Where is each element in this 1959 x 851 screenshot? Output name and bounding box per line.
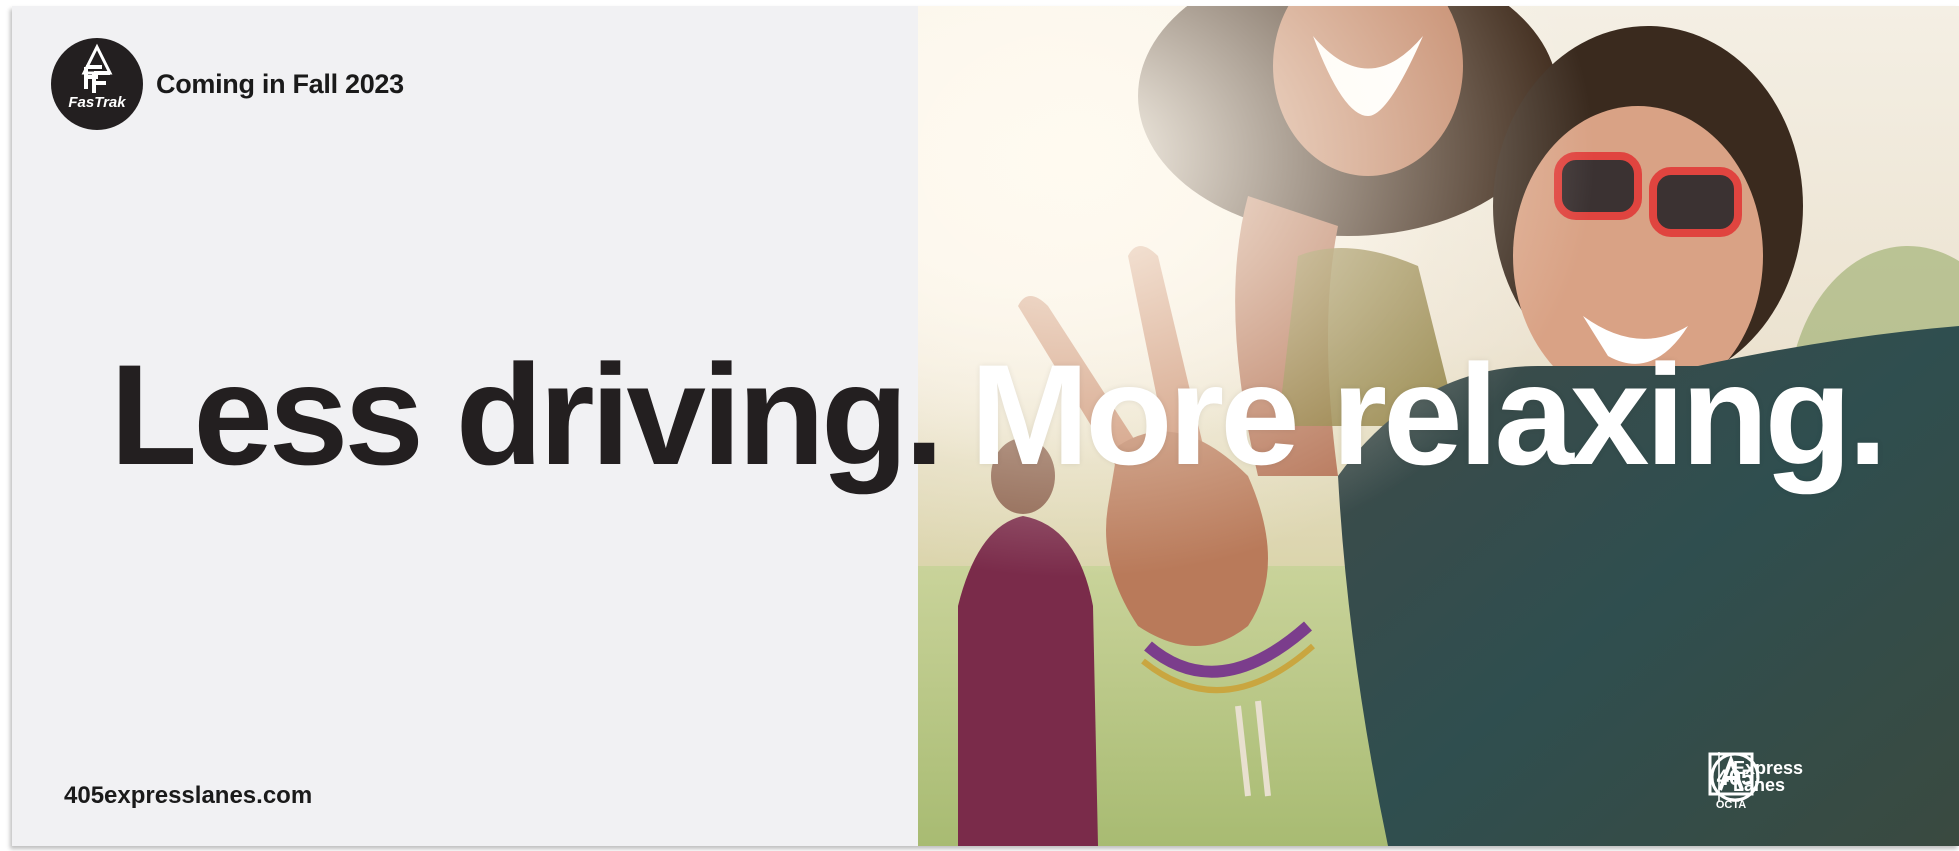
header-logo-group: FasTrak Coming in Fall 2023 xyxy=(50,37,404,131)
fastrak-logo-text: FasTrak xyxy=(68,94,126,111)
website-url: 405expresslanes.com xyxy=(64,782,313,809)
express-lanes-logo: 405 Express Lanes xyxy=(1710,752,1803,802)
sponsor-logos: OCTA 405 Express Lanes xyxy=(1708,752,1803,810)
billboard: FasTrak Coming in Fall 2023 405expressla… xyxy=(12,6,1959,846)
headline-part1: Less driving. xyxy=(110,336,944,495)
express-number: 405 xyxy=(1717,765,1754,790)
headline: Less driving. More relaxing. xyxy=(110,344,1888,487)
express-lanes-emblem: 405 xyxy=(1710,752,1760,802)
headline-part2: More relaxing. xyxy=(970,336,1888,495)
fastrak-logo: FasTrak xyxy=(51,38,143,130)
coming-date-text: Coming in Fall 2023 xyxy=(156,68,404,99)
